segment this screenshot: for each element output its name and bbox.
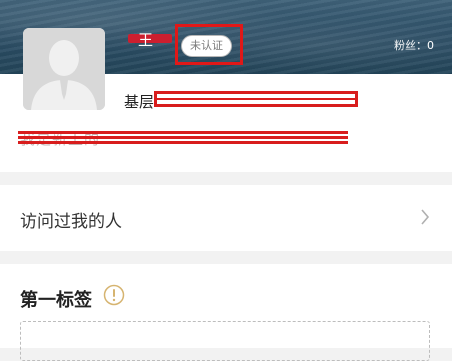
visitors-row[interactable]: 访问过我的人 <box>0 185 452 251</box>
job-title-line: 我是新上的 <box>18 127 348 148</box>
fans-count[interactable]: 粉丝：0 <box>394 37 434 53</box>
job-title-redaction <box>18 127 348 147</box>
user-name-text: 王 <box>138 31 154 49</box>
company-line: 基层 <box>124 91 358 111</box>
add-tag-area[interactable] <box>20 321 430 361</box>
visitors-label: 访问过我的人 <box>20 212 122 232</box>
default-avatar-icon <box>23 28 105 110</box>
company-redaction <box>154 91 358 107</box>
info-icon[interactable] <box>103 284 125 310</box>
verify-status-badge[interactable]: 未认证 <box>181 35 232 57</box>
tags-title: 第一标签 <box>20 290 92 311</box>
fans-label: 粉丝： <box>394 39 427 52</box>
tags-card: 第一标签 <box>0 264 452 361</box>
chevron-right-icon <box>420 209 430 229</box>
company-prefix: 基层 <box>124 93 155 111</box>
fans-value: 0 <box>427 39 434 52</box>
avatar[interactable] <box>23 28 105 110</box>
user-name: 王 <box>128 30 172 49</box>
